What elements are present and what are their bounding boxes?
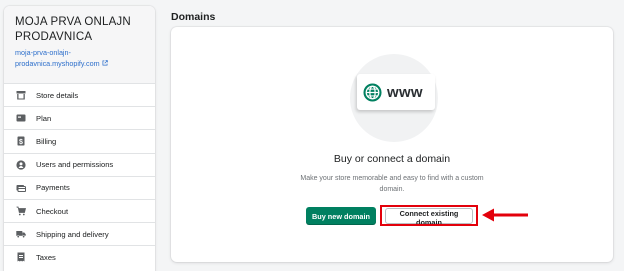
sidebar-item-store-details[interactable]: Store details — [4, 83, 155, 107]
sidebar-item-label: Checkout — [36, 206, 69, 216]
sidebar-item-label: Taxes — [36, 252, 56, 262]
sidebar-item-checkout[interactable]: Checkout — [4, 198, 155, 223]
store-name: MOJA PRVA ONLAJN PRODAVNICA — [15, 16, 131, 43]
empty-state-heading: Buy or connect a domain — [333, 153, 451, 165]
user-icon — [16, 160, 26, 170]
store-url-link[interactable]: moja-prva-onlajn-prodavnica.myshopify.co… — [15, 48, 140, 69]
external-link-icon — [102, 60, 108, 66]
sidebar-item-label: Billing — [36, 136, 57, 146]
sidebar-item-shipping-and-delivery[interactable]: Shipping and delivery — [4, 222, 155, 246]
store-url-text: moja-prva-onlajn-prodavnica.myshopify.co… — [15, 48, 100, 68]
plan-icon — [16, 113, 26, 123]
store-header: MOJA PRVA ONLAJN PRODAVNICA moja-prva-on… — [4, 6, 155, 83]
arrow-left-icon — [482, 208, 528, 222]
sidebar-item-label: Shipping and delivery — [36, 229, 109, 239]
truck-icon — [16, 229, 26, 239]
sidebar-item-billing[interactable]: $ Billing — [4, 129, 155, 153]
www-badge: www — [357, 74, 435, 110]
store-icon — [16, 90, 26, 100]
sidebar-item-taxes[interactable]: Taxes — [4, 245, 155, 269]
empty-state-description: Make your store memorable and easy to fi… — [300, 175, 484, 193]
sidebar-item-payments[interactable]: Payments — [4, 175, 155, 199]
sidebar-item-plan[interactable]: Plan — [4, 106, 155, 130]
sidebar-item-label: Payments — [36, 183, 70, 193]
connect-existing-domain-button[interactable]: Connect existing domain — [385, 208, 473, 227]
www-label: www — [387, 83, 423, 101]
globe-icon — [363, 82, 382, 102]
settings-page: MOJA PRVA ONLAJN PRODAVNICA moja-prva-on… — [0, 0, 624, 271]
settings-nav: Store details Plan $ Billing Users and p… — [4, 83, 155, 269]
svg-text:$: $ — [19, 139, 23, 146]
billing-icon: $ — [16, 136, 26, 146]
sidebar-item-label: Users and permissions — [36, 160, 114, 170]
domains-card: www Buy or connect a domain Make your st… — [171, 27, 613, 262]
sidebar-item-label: Store details — [36, 90, 79, 100]
buy-new-domain-button[interactable]: Buy new domain — [306, 207, 376, 225]
settings-sidebar: MOJA PRVA ONLAJN PRODAVNICA moja-prva-on… — [4, 6, 155, 271]
taxes-icon — [16, 252, 26, 262]
payments-icon — [16, 183, 26, 193]
cart-icon — [16, 206, 26, 216]
sidebar-item-label: Plan — [36, 113, 52, 123]
page-title: Domains — [171, 11, 216, 23]
sidebar-item-users-and-permissions[interactable]: Users and permissions — [4, 152, 155, 176]
